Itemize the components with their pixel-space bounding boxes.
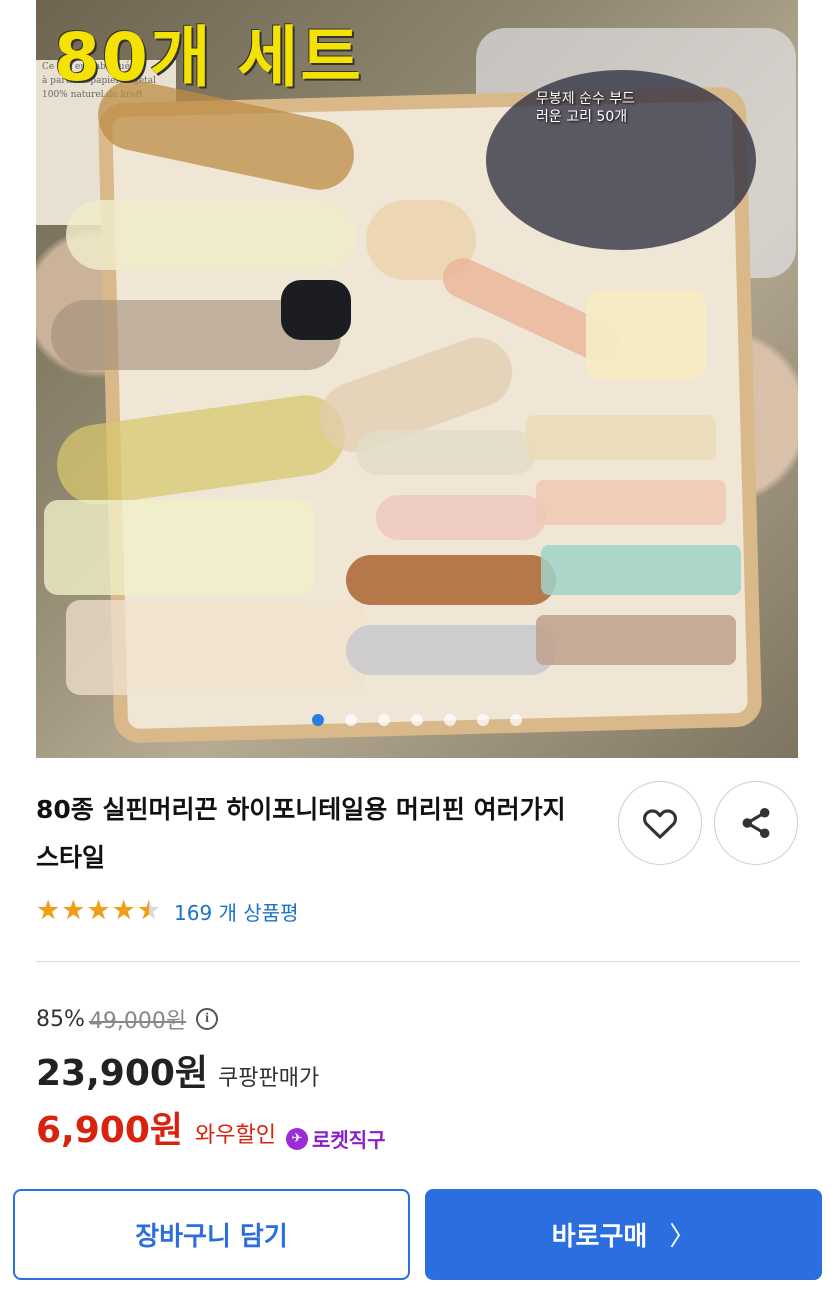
- product-title: 80종 실핀머리끈 하이포니테일용 머리핀 여러가지 스타일: [36, 795, 566, 872]
- hair-clip: [586, 290, 706, 380]
- hair-clip: [526, 415, 716, 460]
- image-overlay-title: 80개 세트: [54, 19, 363, 96]
- rocket-icon: ✈: [285, 1127, 308, 1150]
- hair-clip: [536, 615, 736, 665]
- original-price: 49,000원: [88, 1009, 187, 1034]
- wow-price-row: 6,900원 와우할인 ✈ 로켓직구: [36, 1101, 386, 1153]
- buy-now-label: 바로구매: [551, 1222, 648, 1252]
- hair-clip: [346, 625, 556, 675]
- hair-clip: [66, 600, 366, 695]
- coupang-price-row: 23,900원 쿠팡판매가: [36, 1044, 319, 1096]
- coupang-price: 23,900원: [36, 1053, 209, 1094]
- hair-clip: [346, 555, 556, 605]
- share-button[interactable]: [714, 781, 798, 865]
- buy-now-button[interactable]: 바로구매 〉: [425, 1189, 822, 1280]
- rocket-direct-badge: ✈ 로켓직구: [285, 1124, 386, 1153]
- rocket-direct-label: 로켓직구: [311, 1128, 386, 1152]
- chevron-right-icon: 〉: [669, 1222, 696, 1252]
- discount-rate: 85%: [36, 1006, 85, 1032]
- hair-clip: [356, 430, 536, 475]
- carousel-dot[interactable]: [377, 714, 390, 726]
- heart-icon: [643, 809, 677, 839]
- hair-clip: [281, 280, 351, 340]
- review-count-link[interactable]: 169 개 상품평: [174, 897, 299, 926]
- hair-clip: [536, 480, 726, 525]
- star-rating-fill: ★★★★★: [36, 896, 149, 926]
- divider: [36, 961, 800, 962]
- carousel-dot[interactable]: [477, 714, 490, 726]
- hair-clip: [541, 545, 741, 595]
- carousel-indicator: [36, 711, 798, 730]
- carousel-dot[interactable]: [444, 714, 457, 726]
- like-button[interactable]: [618, 781, 702, 865]
- hair-clip: [376, 495, 546, 540]
- image-overlay-note: 무봉제 순수 부드러운 고리 50개: [536, 91, 636, 126]
- carousel-dot[interactable]: [510, 714, 523, 726]
- original-price-row: 85% 49,000원 i: [36, 1003, 219, 1035]
- star-rating: ★★★★★ ★★★★★: [36, 895, 163, 926]
- product-image-carousel[interactable]: Ce sac est fabriqué à partir depapier ve…: [36, 0, 798, 758]
- share-icon: [742, 807, 770, 839]
- carousel-dot[interactable]: [411, 714, 423, 726]
- wow-price: 6,900원: [36, 1110, 183, 1151]
- hair-clip: [66, 200, 356, 270]
- coupang-price-label: 쿠팡판매가: [218, 1066, 320, 1091]
- add-to-cart-label: 장바구니 담기: [135, 1222, 288, 1252]
- carousel-dot[interactable]: [311, 714, 324, 726]
- add-to-cart-button[interactable]: 장바구니 담기: [13, 1189, 410, 1280]
- carousel-dot[interactable]: [344, 714, 357, 726]
- hair-clip: [44, 500, 314, 595]
- rating-row[interactable]: ★★★★★ ★★★★★ 169 개 상품평: [36, 896, 299, 926]
- info-icon[interactable]: i: [196, 1008, 219, 1030]
- wow-discount-label: 와우할인: [195, 1123, 276, 1148]
